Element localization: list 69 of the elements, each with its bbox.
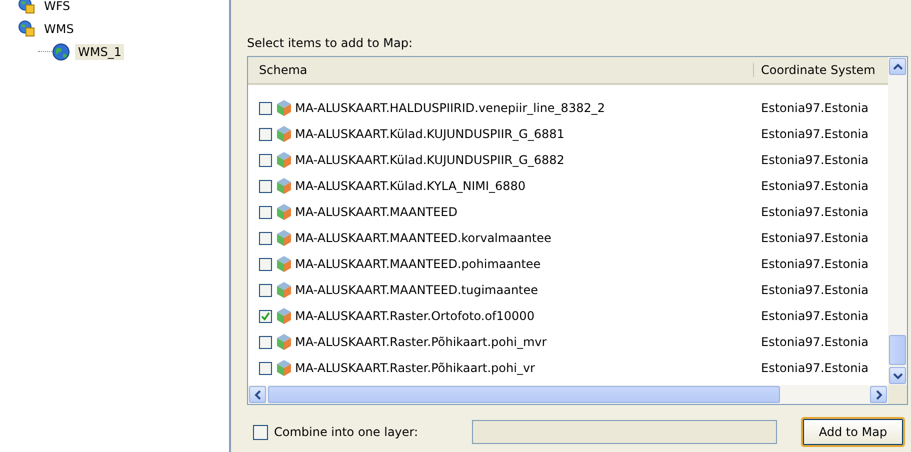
- globe-box-icon: [18, 0, 36, 14]
- table-cell-text: Estonia97.Estonia: [760, 257, 870, 271]
- checkbox[interactable]: [259, 102, 272, 114]
- table-cell-text: MA-ALUSKAART.MAANTEED: [295, 205, 458, 219]
- cube-icon: [275, 229, 293, 247]
- scroll-thumb[interactable]: [268, 386, 780, 403]
- cube-icon: [275, 125, 293, 143]
- table-cell-text: Estonia97.Estonia: [760, 127, 870, 141]
- tree-item[interactable]: WMS_1: [75, 44, 124, 60]
- chevron-down-icon: [892, 370, 902, 380]
- table-cell-text: Estonia97.Estonia: [760, 283, 870, 297]
- scrollbar-corner: [888, 385, 907, 404]
- table-cell-text: MA-ALUSKAART.Raster.Ortofoto.of10000: [295, 309, 536, 323]
- cube-icon: [275, 281, 293, 299]
- cube-icon: [275, 151, 293, 169]
- table-cell-text: Estonia97.Estonia: [760, 205, 870, 219]
- instruction-label: Select items to add to Map:: [247, 36, 414, 52]
- table-cell-text: MA-ALUSKAART.MAANTEED.pohimaantee: [295, 257, 542, 271]
- checkbox[interactable]: [259, 154, 272, 166]
- table-cell-text: MA-ALUSKAART.Külad.KUJUNDUSPIIR_G_6881: [295, 127, 566, 141]
- checkbox[interactable]: [259, 180, 272, 192]
- table-cell-text: MA-ALUSKAART.Külad.KYLA_NIMI_6880: [295, 179, 527, 193]
- scroll-right-button[interactable]: [870, 386, 887, 403]
- globe-box-icon: [18, 20, 36, 38]
- table-cell-text: Estonia97.Estonia: [760, 309, 870, 323]
- add-button[interactable]: Add to Map: [801, 417, 905, 447]
- checkbox[interactable]: [259, 128, 272, 140]
- tree-item[interactable]: WMS: [41, 20, 77, 36]
- checkbox[interactable]: [259, 284, 272, 296]
- table-cell-text: Estonia97.Estonia: [760, 101, 870, 115]
- checkbox[interactable]: [259, 258, 272, 270]
- column-header[interactable]: Schema: [248, 63, 754, 77]
- cube-icon: [275, 359, 293, 377]
- checkbox[interactable]: [253, 424, 268, 440]
- vertical-scrollbar[interactable]: [888, 57, 907, 385]
- globe-icon: [52, 42, 70, 60]
- table-cell-text: MA-ALUSKAART.HALDUSPIIRID.venepiir_line_8382_2: [295, 101, 606, 115]
- cube-icon: [275, 99, 293, 117]
- checkbox[interactable]: [259, 206, 272, 218]
- chevron-right-icon: [874, 390, 884, 400]
- checkbox[interactable]: [259, 232, 272, 244]
- table-cell-text: Estonia97.Estonia: [760, 179, 870, 193]
- tree-item[interactable]: WFS: [41, 0, 74, 14]
- table-cell-text: MA-ALUSKAART.Raster.Põhikaart.pohi_mvr: [295, 335, 548, 349]
- chevron-up-icon: [892, 62, 902, 72]
- cube-icon: [275, 333, 293, 351]
- cube-icon: [275, 255, 293, 273]
- column-header[interactable]: Coordinate System: [754, 63, 888, 77]
- cube-icon: [275, 203, 293, 221]
- table-cell-text: MA-ALUSKAART.MAANTEED.tugimaantee: [295, 283, 540, 297]
- checkbox-label: Combine into one layer:: [274, 425, 420, 439]
- checkbox[interactable]: [259, 336, 272, 348]
- table-cell-text: Estonia97.Estonia: [760, 335, 870, 349]
- checkbox[interactable]: [259, 362, 272, 374]
- scroll-left-button[interactable]: [249, 386, 266, 403]
- table-cell-text: Estonia97.Estonia: [760, 153, 870, 167]
- table-cell-text: MA-ALUSKAART.Külad.KUJUNDUSPIIR_G_6882: [295, 153, 566, 167]
- table-cell-text: Estonia97.Estonia: [760, 361, 870, 375]
- scroll-thumb[interactable]: [889, 335, 906, 365]
- cube-icon: [275, 307, 293, 325]
- checkbox[interactable]: [259, 310, 272, 322]
- horizontal-scrollbar[interactable]: [248, 385, 907, 404]
- table-cell-text: MA-ALUSKAART.Raster.Põhikaart.pohi_vr: [295, 361, 536, 375]
- cube-icon: [275, 177, 293, 195]
- scroll-down-button[interactable]: [889, 367, 906, 384]
- table-cell-text: MA-ALUSKAART.MAANTEED.korvalmaantee: [295, 231, 552, 245]
- chevron-left-icon: [252, 390, 262, 400]
- scroll-up-button[interactable]: [889, 58, 906, 75]
- table-cell-text: Estonia97.Estonia: [760, 231, 870, 245]
